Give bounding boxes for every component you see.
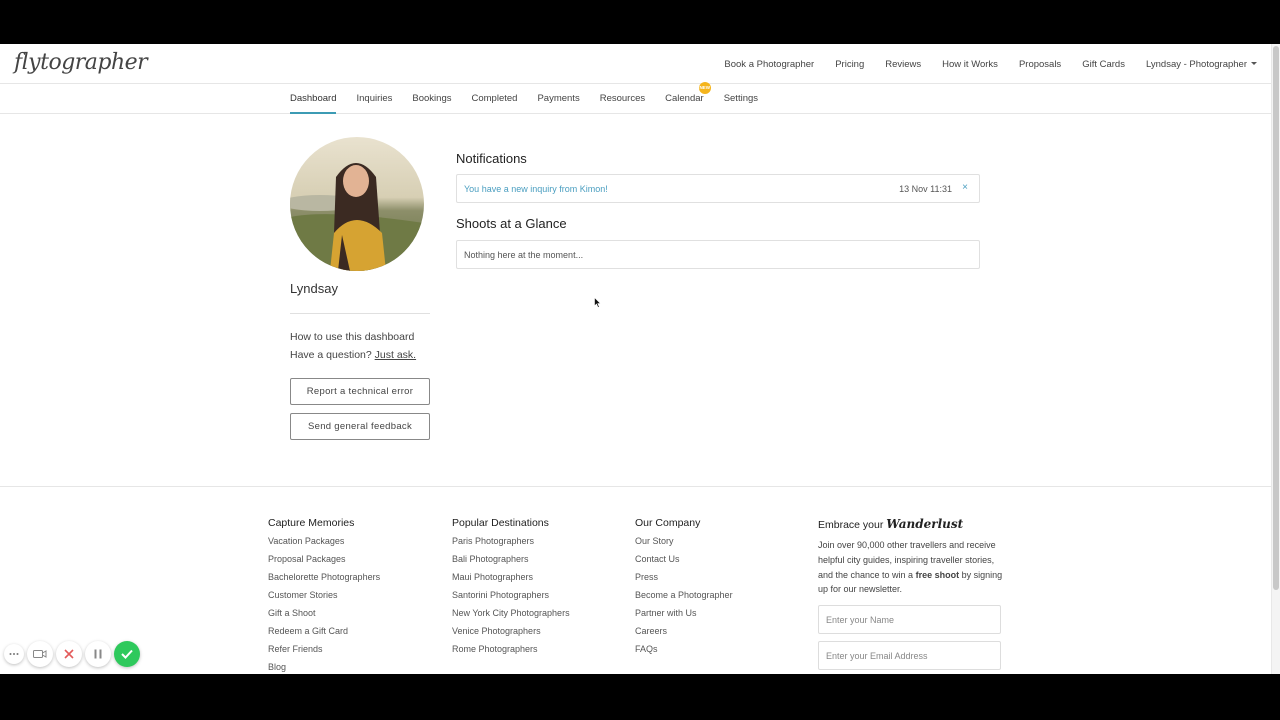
newsletter-section: Embrace your Wanderlust Join over 90,000…	[818, 517, 1004, 597]
dashboard-help-link[interactable]: How to use this dashboard	[290, 331, 414, 343]
footer-link[interactable]: Santorini Photographers	[452, 590, 570, 608]
newsletter-name-input[interactable]	[818, 605, 1001, 634]
footer-link[interactable]: Press	[635, 572, 733, 590]
tab-completed[interactable]: Completed	[472, 84, 518, 114]
footer-link[interactable]: FAQs	[635, 644, 733, 662]
nav-pricing[interactable]: Pricing	[835, 59, 864, 70]
footer-link[interactable]: Vacation Packages	[268, 536, 380, 554]
brand-logo[interactable]: flytographer	[14, 50, 148, 75]
user-menu-label: Lyndsay - Photographer	[1145, 58, 1247, 70]
nav-gift-cards[interactable]: Gift Cards	[1082, 59, 1125, 70]
shoots-title: Shoots at a Glance	[456, 216, 567, 231]
page-scrollbar[interactable]	[1271, 44, 1280, 674]
footer-divider	[0, 486, 1271, 487]
footer-link[interactable]: New York City Photographers	[452, 608, 570, 626]
footer-link[interactable]: Blog	[268, 662, 380, 674]
footer-link[interactable]: Partner with Us	[635, 608, 733, 626]
question-prefix: Have a question?	[290, 349, 372, 361]
recording-controls	[4, 641, 140, 667]
report-error-button[interactable]: Report a technical error	[290, 378, 430, 405]
footer-link[interactable]: Our Story	[635, 536, 733, 554]
user-menu-dropdown[interactable]: Lyndsay - Photographer	[1146, 59, 1257, 70]
camera-icon[interactable]	[27, 641, 53, 667]
tab-resources[interactable]: Resources	[600, 84, 645, 114]
pause-icon[interactable]	[85, 641, 111, 667]
top-navbar: flytographer Book a Photographer Pricing…	[0, 44, 1271, 84]
nav-reviews[interactable]: Reviews	[885, 59, 921, 70]
footer-link[interactable]: Become a Photographer	[635, 590, 733, 608]
footer-col-company: Our Company Our Story Contact Us Press B…	[635, 517, 733, 662]
letterbox-bottom	[0, 674, 1280, 720]
nav-proposals[interactable]: Proposals	[1019, 59, 1061, 70]
footer-link[interactable]: Rome Photographers	[452, 644, 570, 662]
newsletter-title-prefix: Embrace your	[818, 519, 884, 531]
footer-link[interactable]: Paris Photographers	[452, 536, 570, 554]
nav-book-photographer[interactable]: Book a Photographer	[724, 59, 814, 70]
check-icon[interactable]	[114, 641, 140, 667]
tab-calendar-label: Calendar	[665, 93, 704, 104]
profile-name: Lyndsay	[290, 281, 338, 296]
newsletter-title-script: Wanderlust	[886, 517, 964, 531]
tab-bookings[interactable]: Bookings	[412, 84, 451, 114]
notification-time: 13 Nov 11:31	[899, 184, 952, 194]
mouse-cursor-icon	[594, 297, 601, 308]
close-icon[interactable]: ×	[962, 182, 968, 193]
top-nav-links: Book a Photographer Pricing Reviews How …	[724, 44, 1257, 84]
footer-link[interactable]: Bachelorette Photographers	[268, 572, 380, 590]
profile-divider	[290, 313, 430, 314]
avatar	[290, 137, 424, 271]
more-icon[interactable]	[4, 644, 24, 664]
footer-col-title: Capture Memories	[268, 517, 355, 529]
notification-text[interactable]: You have a new inquiry from Kimon!	[464, 184, 608, 194]
footer-link[interactable]: Bali Photographers	[452, 554, 570, 572]
footer-link[interactable]: Careers	[635, 626, 733, 644]
question-line: Have a question? Just ask.	[290, 349, 416, 361]
dashboard-subnav: Dashboard Inquiries Bookings Completed P…	[0, 82, 1271, 114]
tab-calendar[interactable]: Calendar NEW	[665, 82, 711, 114]
notification-item: You have a new inquiry from Kimon! 13 No…	[456, 174, 980, 203]
footer-link[interactable]: Venice Photographers	[452, 626, 570, 644]
tab-payments[interactable]: Payments	[537, 84, 579, 114]
footer-link[interactable]: Refer Friends	[268, 644, 380, 662]
newsletter-email-input[interactable]	[818, 641, 1001, 670]
new-badge: NEW	[698, 82, 711, 94]
just-ask-link[interactable]: Just ask.	[375, 349, 416, 361]
shoots-panel: Nothing here at the moment...	[456, 240, 980, 269]
tab-dashboard[interactable]: Dashboard	[290, 84, 337, 114]
footer-link[interactable]: Contact Us	[635, 554, 733, 572]
footer-link[interactable]: Maui Photographers	[452, 572, 570, 590]
notifications-title: Notifications	[456, 151, 527, 166]
caret-down-icon	[1251, 62, 1257, 66]
footer-col-title: Our Company	[635, 517, 701, 529]
footer-link[interactable]: Proposal Packages	[268, 554, 380, 572]
newsletter-text: Join over 90,000 other travellers and re…	[818, 538, 1004, 597]
footer-link[interactable]: Customer Stories	[268, 590, 380, 608]
newsletter-text-bold: free shoot	[915, 569, 960, 580]
tab-settings[interactable]: Settings	[724, 84, 758, 114]
letterbox-top	[0, 0, 1280, 44]
footer-col-capture: Capture Memories Vacation Packages Propo…	[268, 517, 380, 674]
newsletter-title: Embrace your Wanderlust	[818, 517, 1004, 531]
page: flytographer Book a Photographer Pricing…	[0, 44, 1280, 674]
send-feedback-button[interactable]: Send general feedback	[290, 413, 430, 440]
footer-col-destinations: Popular Destinations Paris Photographers…	[452, 517, 570, 662]
footer-col-title: Popular Destinations	[452, 517, 549, 529]
footer-link[interactable]: Gift a Shoot	[268, 608, 380, 626]
footer-link[interactable]: Redeem a Gift Card	[268, 626, 380, 644]
close-icon[interactable]	[56, 641, 82, 667]
nav-how-it-works[interactable]: How it Works	[942, 59, 998, 70]
scrollbar-thumb[interactable]	[1273, 46, 1279, 590]
tab-inquiries[interactable]: Inquiries	[356, 84, 392, 114]
shoots-empty-text: Nothing here at the moment...	[464, 250, 584, 260]
